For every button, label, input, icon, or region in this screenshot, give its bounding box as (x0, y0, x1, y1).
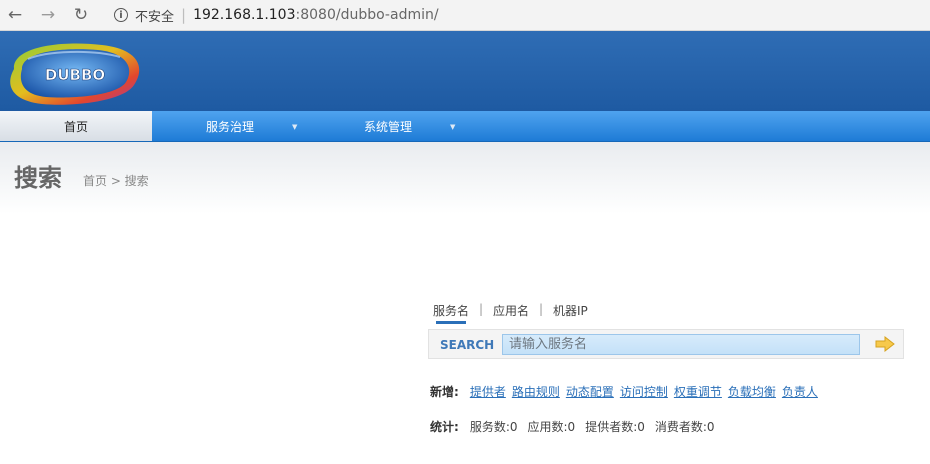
search-label: SEARCH (440, 338, 495, 352)
arrow-right-icon[interactable] (875, 336, 895, 352)
stat-app-count: 应用数:0 (527, 420, 576, 434)
stat-consumer-count: 消费者数:0 (654, 420, 715, 434)
tab-machine-ip[interactable]: 机器IP (553, 302, 588, 319)
chevron-down-icon[interactable]: ▼ (450, 123, 455, 131)
breadcrumb: 首页 > 搜索 (83, 174, 149, 188)
app-header: DUBBO (0, 31, 930, 111)
stat-provider-count: 提供者数:0 (585, 420, 645, 434)
search-bar: SEARCH (428, 329, 904, 359)
insecure-label: 不安全 (135, 9, 175, 25)
reload-icon[interactable]: ↻ (70, 4, 92, 26)
tab-separator: | (479, 302, 484, 316)
search-input[interactable] (502, 334, 860, 355)
back-arrow-icon[interactable]: ← (4, 4, 26, 26)
page-title: 搜索 (14, 164, 62, 192)
logo-text: DUBBO (45, 66, 105, 84)
browser-address-bar: ← → ↻ i 不安全 | 192.168.1.103 :8080/dubbo-… (0, 0, 930, 31)
tab-app-name[interactable]: 应用名 (493, 302, 529, 319)
stats-row: 统计: 服务数:0 应用数:0 提供者数:0 消费者数:0 (430, 418, 725, 435)
add-row: 新增: 提供者 路由规则 动态配置 访问控制 权重调节 负载均衡 负责人 (430, 383, 824, 400)
forward-arrow-icon[interactable]: → (37, 4, 59, 26)
tab-service-name[interactable]: 服务名 (433, 302, 469, 324)
chevron-down-icon[interactable]: ▼ (292, 123, 297, 131)
nav-home[interactable]: 首页 (0, 111, 152, 141)
url-separator: | (181, 6, 187, 24)
link-load-balance[interactable]: 负载均衡 (728, 385, 776, 399)
nav-system-management[interactable]: 系统管理 (364, 111, 412, 141)
link-weight-adjust[interactable]: 权重调节 (674, 385, 722, 399)
url-path: :8080/dubbo-admin/ (295, 7, 439, 23)
link-dynamic-config[interactable]: 动态配置 (566, 385, 614, 399)
nav-service-governance[interactable]: 服务治理 (206, 111, 254, 141)
link-route-rule[interactable]: 路由规则 (512, 385, 560, 399)
link-provider[interactable]: 提供者 (470, 385, 506, 399)
main-nav: 首页 服务治理 ▼ 系统管理 ▼ (0, 111, 930, 142)
stats-label: 统计: (430, 420, 459, 434)
dubbo-logo[interactable]: DUBBO (0, 37, 142, 107)
info-icon[interactable]: i (114, 8, 128, 22)
tab-separator: | (539, 302, 544, 316)
link-access-control[interactable]: 访问控制 (620, 385, 668, 399)
link-owner[interactable]: 负责人 (782, 385, 818, 399)
stat-service-count: 服务数:0 (469, 420, 518, 434)
url-host: 192.168.1.103 (193, 7, 296, 23)
url-field[interactable]: i 不安全 | 192.168.1.103 :8080/dubbo-admin/ (100, 3, 928, 27)
add-label: 新增: (430, 385, 459, 399)
